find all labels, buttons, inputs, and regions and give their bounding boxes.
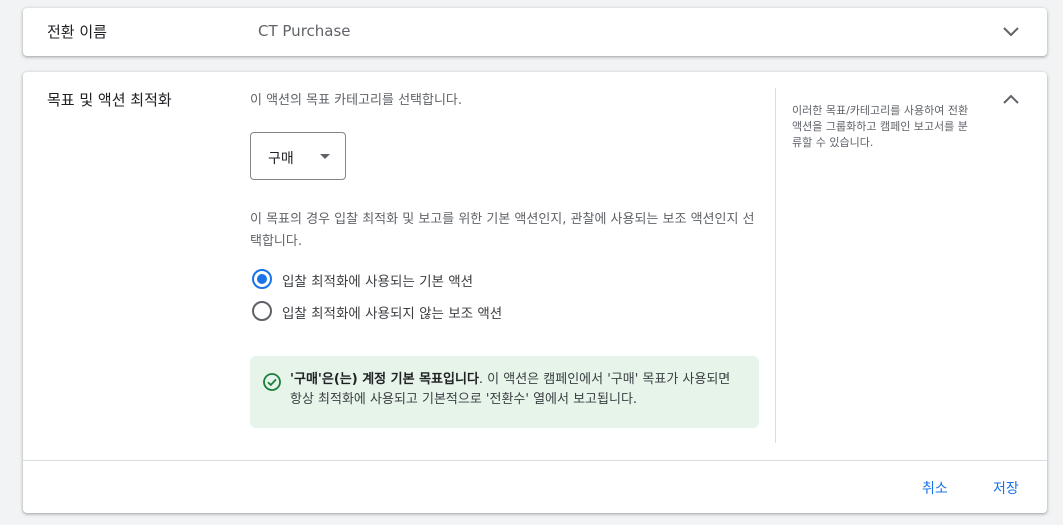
goal-optimization-panel: 목표 및 액션 최적화 이 액션의 목표 카테고리를 선택합니다. 구매 이 목…	[23, 72, 1047, 513]
conversion-name-label: 전환 이름	[47, 23, 107, 41]
conversion-name-value: CT Purchase	[258, 22, 351, 40]
conversion-name-panel[interactable]: 전환 이름 CT Purchase	[23, 8, 1047, 56]
primary-action-radio[interactable]	[252, 269, 272, 289]
default-goal-notice: '구매'은(는) 계정 기본 목표입니다. 이 액션은 캠페인에서 '구매' 목…	[250, 356, 759, 428]
action-type-description: 이 목표의 경우 입찰 최적화 및 보고를 위한 기본 액션인지, 관찰에 사용…	[250, 212, 755, 249]
category-select-value: 구매	[268, 151, 294, 167]
section-title: 목표 및 액션 최적화	[47, 91, 172, 109]
check-circle-icon	[263, 373, 281, 391]
arrow-drop-down-icon	[320, 154, 330, 159]
secondary-action-label: 입찰 최적화에 사용되지 않는 보조 액션	[282, 306, 503, 322]
category-description: 이 액션의 목표 카테고리를 선택합니다.	[250, 93, 463, 108]
category-select[interactable]: 구매	[250, 132, 346, 180]
secondary-action-radio[interactable]	[252, 301, 272, 321]
primary-action-label: 입찰 최적화에 사용되는 기본 액션	[282, 274, 474, 290]
chevron-up-icon[interactable]	[999, 89, 1023, 109]
vertical-divider	[775, 88, 776, 443]
notice-bold: '구매'은(는) 계정 기본 목표입니다	[290, 372, 479, 387]
save-button[interactable]: 저장	[993, 478, 1019, 498]
footer-divider	[23, 460, 1047, 461]
chevron-down-icon[interactable]	[999, 22, 1023, 42]
notice-text: '구매'은(는) 계정 기본 목표입니다. 이 액션은 캠페인에서 '구매' 목…	[290, 370, 735, 410]
help-text: 이러한 목표/카테고리를 사용하여 전환 액션을 그룹화하고 캠페인 보고서를 …	[792, 104, 969, 149]
cancel-button[interactable]: 취소	[922, 478, 948, 498]
